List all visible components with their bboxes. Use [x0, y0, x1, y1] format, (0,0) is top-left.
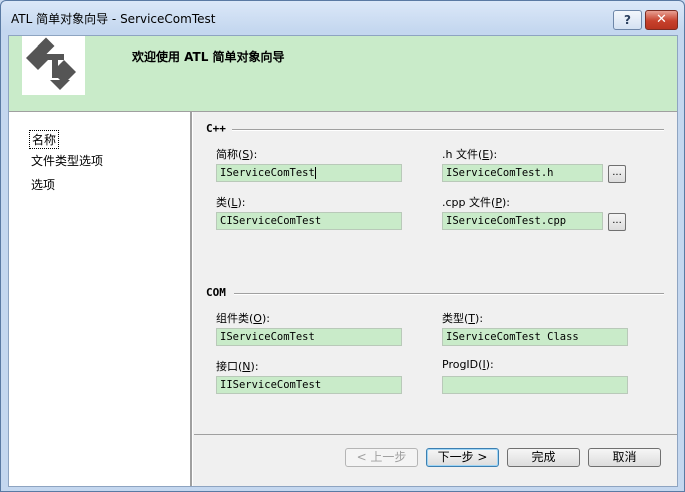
back-button[interactable]: < 上一步 — [345, 448, 418, 467]
short-name-label: 简称(S): — [216, 148, 258, 161]
coclass-label: 组件类(O): — [216, 312, 270, 325]
title-bar[interactable]: ATL 简单对象向导 - ServiceComTest ? ✕ — [1, 1, 684, 35]
cpp-file-input[interactable]: IServiceComTest.cpp — [442, 212, 603, 230]
atl-wizard-logo-icon — [22, 36, 85, 95]
h-file-input[interactable]: IServiceComTest.h — [442, 164, 603, 182]
wizard-client-area: 欢迎使用 ATL 简单对象向导 名称 文件类型选项 选项 C++ 简称(S): … — [8, 35, 678, 487]
next-button[interactable]: 下一步 > — [426, 448, 499, 467]
wizard-banner: 欢迎使用 ATL 简单对象向导 — [9, 36, 677, 111]
type-label: 类型(T): — [442, 312, 484, 325]
cpp-file-label: .cpp 文件(P): — [442, 196, 510, 209]
section-cpp-label: C++ — [206, 122, 226, 135]
cancel-button[interactable]: 取消 — [588, 448, 661, 467]
progid-input[interactable] — [442, 376, 628, 394]
class-label: 类(L): — [216, 196, 246, 209]
nav-item-options[interactable]: 选项 — [31, 176, 55, 193]
interface-label: 接口(N): — [216, 360, 259, 373]
cpp-file-browse-button[interactable]: ... — [608, 213, 626, 231]
button-bar-divider — [194, 434, 677, 435]
coclass-input[interactable]: IServiceComTest — [216, 328, 402, 346]
section-com-label: COM — [206, 286, 226, 299]
section-cpp-rule — [232, 129, 664, 131]
h-file-browse-button[interactable]: ... — [608, 165, 626, 183]
type-input[interactable]: IServiceComTest Class — [442, 328, 628, 346]
section-com-rule — [234, 293, 664, 295]
interface-input[interactable]: IIServiceComTest — [216, 376, 402, 394]
pane-splitter — [190, 112, 193, 486]
nav-item-name[interactable]: 名称 — [29, 130, 60, 149]
close-button[interactable]: ✕ — [645, 10, 678, 30]
finish-button[interactable]: 完成 — [507, 448, 580, 467]
nav-item-file-type-options[interactable]: 文件类型选项 — [31, 152, 103, 169]
nav-pane: 名称 文件类型选项 选项 — [9, 112, 190, 486]
class-input[interactable]: CIServiceComTest — [216, 212, 402, 230]
wizard-window: ATL 简单对象向导 - ServiceComTest ? ✕ 欢迎使用 ATL… — [0, 0, 685, 492]
h-file-label: .h 文件(E): — [442, 148, 498, 161]
banner-title: 欢迎使用 ATL 简单对象向导 — [132, 50, 285, 64]
help-button[interactable]: ? — [613, 10, 642, 30]
short-name-input[interactable]: IServiceComTest — [216, 164, 402, 182]
progid-label: ProgID(I): — [442, 358, 494, 371]
window-title: ATL 简单对象向导 - ServiceComTest — [11, 12, 216, 26]
